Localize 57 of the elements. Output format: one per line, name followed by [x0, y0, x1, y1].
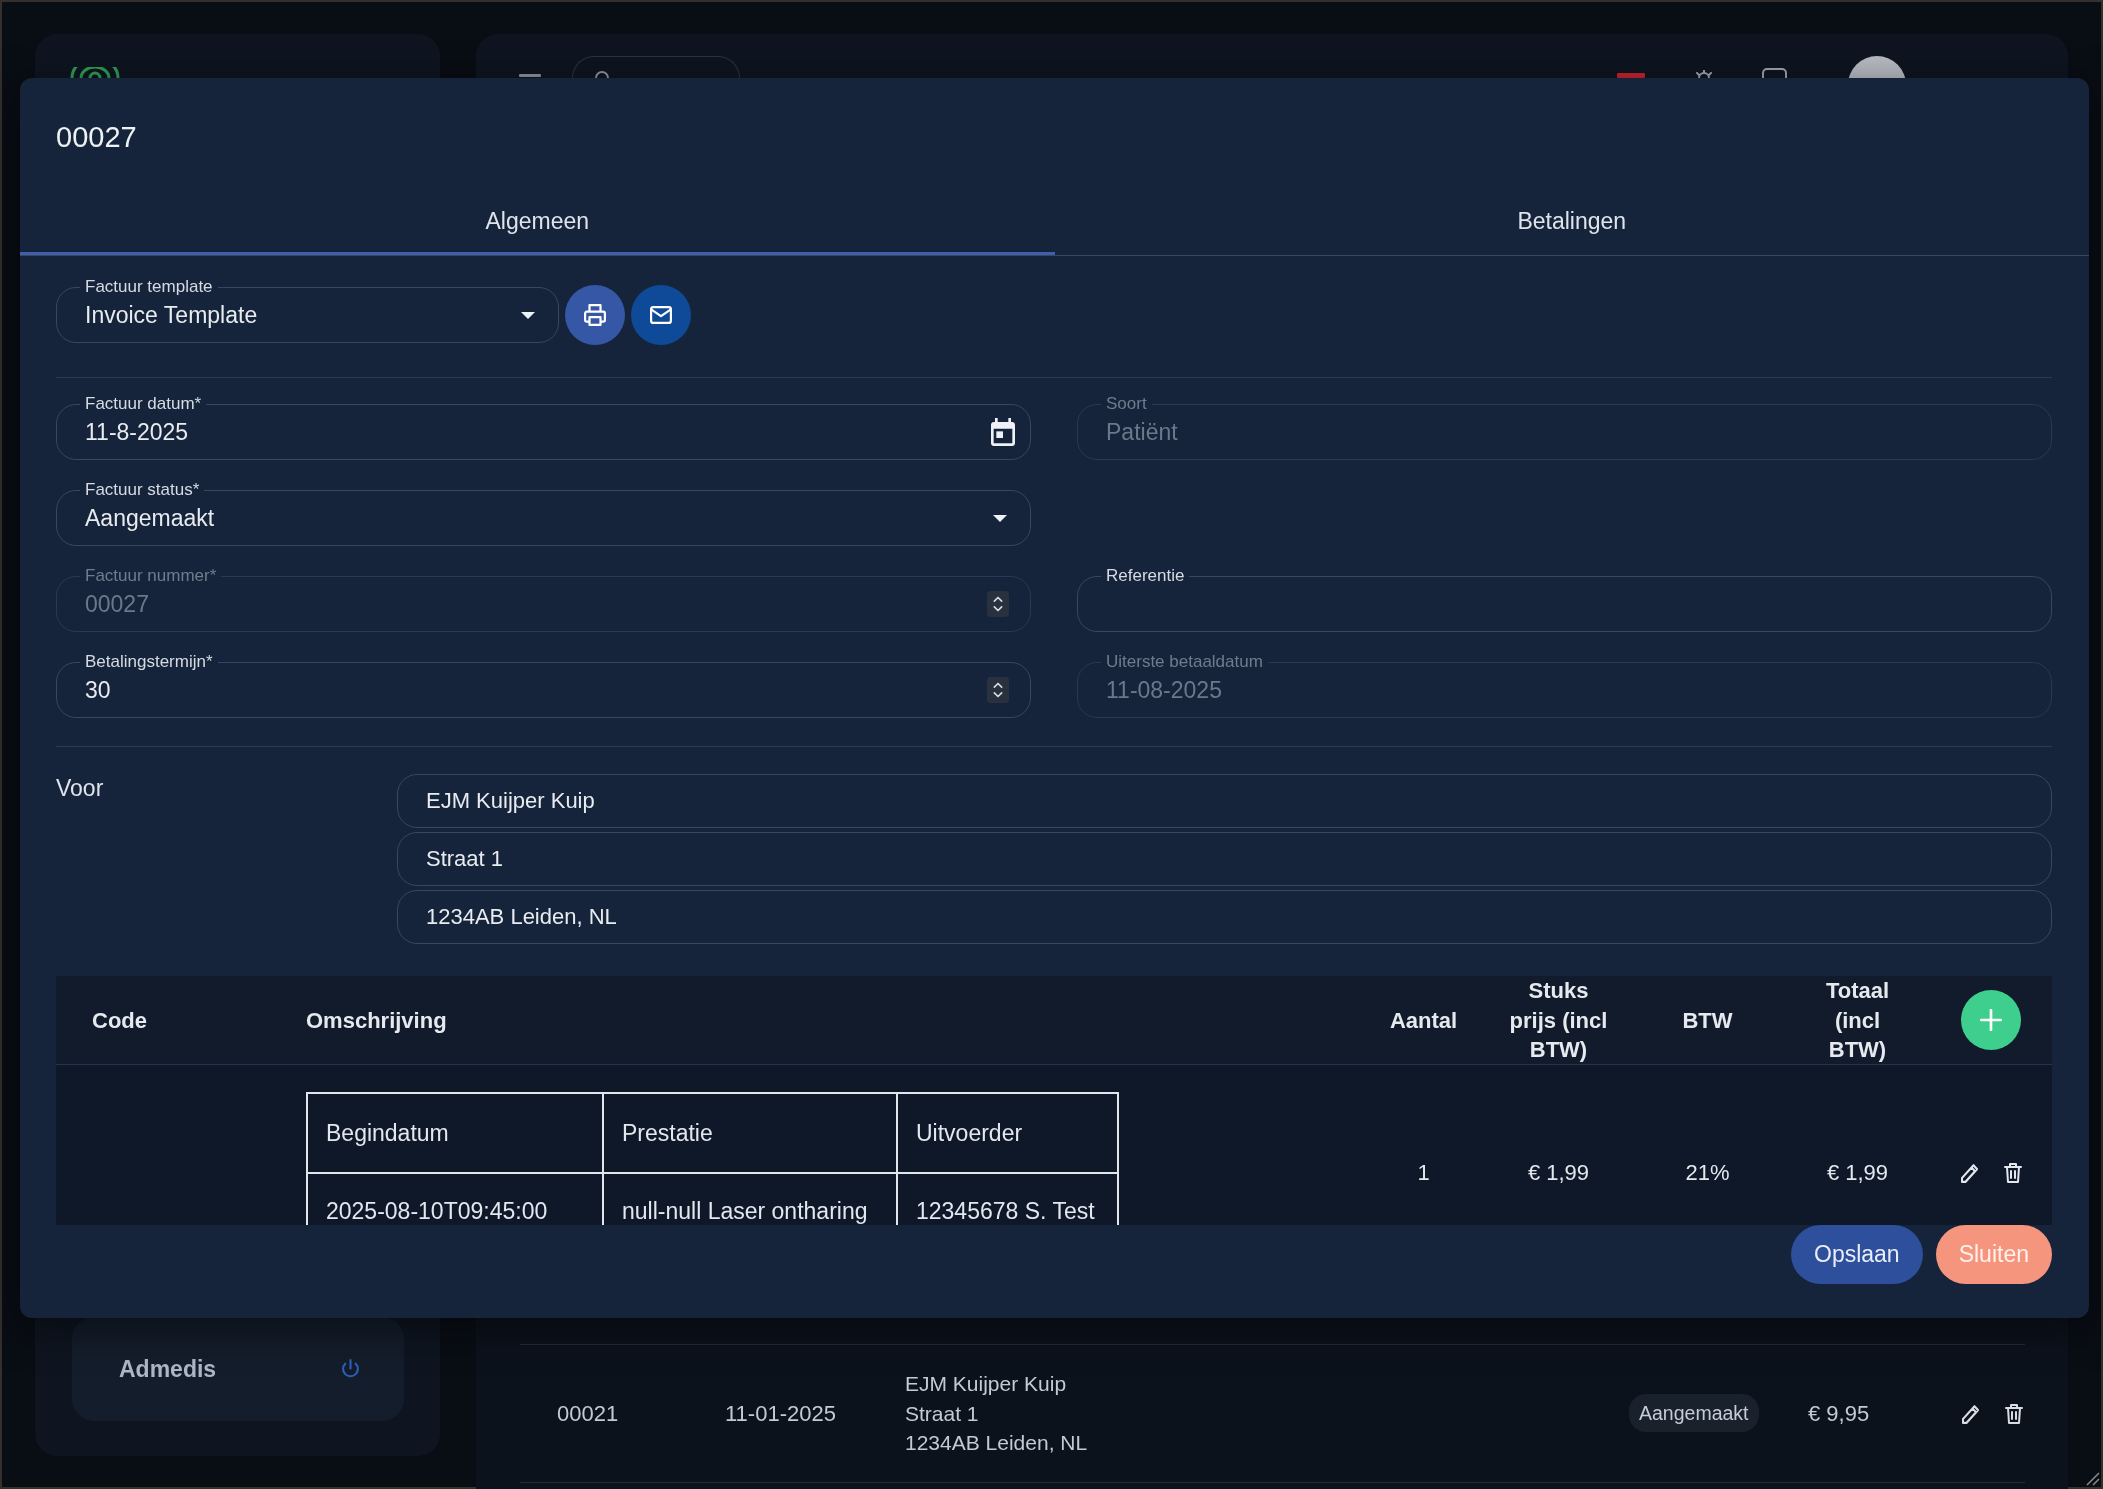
save-button[interactable]: Opslaan [1791, 1225, 1923, 1284]
plus-icon [1980, 1009, 2002, 1032]
resize-grip-icon[interactable] [2084, 1470, 2100, 1486]
envelope-icon [650, 306, 672, 324]
caret-icon [993, 514, 1007, 522]
field-label: Betalingstermijn* [80, 652, 218, 672]
email-button[interactable] [631, 285, 691, 345]
address-field[interactable]: Straat 1 [397, 832, 2052, 886]
column-header: Aantal [1389, 1006, 1458, 1035]
table-cell: 21% [1685, 1160, 1730, 1186]
select-field[interactable]: Factuur status* Aangemaakt [56, 480, 1031, 546]
trash-icon[interactable] [2005, 1403, 2023, 1424]
column-header: Omschrijving [306, 1006, 447, 1035]
column-header: Stuks prijs (incl BTW) [1508, 977, 1609, 1064]
column-header: Uitvoerder [916, 1120, 1023, 1146]
table-cell: € 1,99 [1527, 1160, 1590, 1186]
tab[interactable]: Algemeen [20, 188, 1055, 255]
search-icon [595, 71, 609, 78]
address-field[interactable]: 1234AB Leiden, NL [397, 890, 2052, 944]
section-label: Voor [56, 774, 104, 801]
table-cell-text: EJM Kuijper Kuip Straat 1 1234AB Leiden, NL [905, 1371, 1088, 1457]
table-cell: 1 [1417, 1160, 1430, 1186]
logo-icon [70, 67, 120, 78]
address-field[interactable]: EJM Kuijper Kuip [397, 774, 2052, 828]
date-field[interactable]: Factuur datum* 11-8-2025 [56, 394, 1031, 460]
table-cell: null-null Laser ontharing [622, 1198, 868, 1224]
column-header: Totaal (incl BTW) [1824, 977, 1891, 1064]
dialog-title: 00027 [56, 120, 137, 154]
column-header: Prestatie [622, 1120, 713, 1146]
column-header: Begindatum [326, 1120, 449, 1146]
text-field[interactable]: Referentie [1077, 566, 2052, 632]
up-down-chevron-icon [987, 591, 1009, 617]
table-cell: € 1,99 [1826, 1160, 1889, 1186]
pencil-icon[interactable] [1962, 1403, 1980, 1424]
number-field[interactable]: Betalingstermijn* 30 [56, 652, 1031, 718]
trash-icon[interactable] [2003, 1163, 2022, 1183]
up-down-chevron-icon [987, 677, 1009, 703]
sun-icon[interactable] [1695, 70, 1713, 78]
avatar-icon[interactable] [1848, 56, 1906, 78]
table-cell: 2025-08-10T09:45:00 [326, 1198, 548, 1224]
power-icon[interactable] [341, 1358, 360, 1380]
pencil-icon[interactable] [1960, 1163, 1979, 1183]
caret-icon [521, 311, 535, 319]
column-header: BTW [1682, 1006, 1733, 1035]
table-cell-text: 11-01-2025 [725, 1400, 836, 1428]
status-badge: Aangemaakt [1629, 1394, 1759, 1432]
table-cell-text: 00021 [557, 1400, 619, 1428]
print-button[interactable] [565, 285, 625, 345]
printer-icon [584, 304, 606, 326]
column-header: Code [92, 1006, 147, 1035]
table-cell: 12345678 S. Test [916, 1198, 1095, 1224]
table-cell-text: € 9,95 [1808, 1400, 1870, 1428]
account-name: Admedis [119, 1355, 217, 1383]
select-field[interactable]: Factuur template Invoice Template [56, 277, 559, 343]
calendar-icon [991, 418, 1015, 446]
tab[interactable]: Betalingen [1054, 188, 2089, 255]
field-label: Factuur template [80, 277, 218, 297]
